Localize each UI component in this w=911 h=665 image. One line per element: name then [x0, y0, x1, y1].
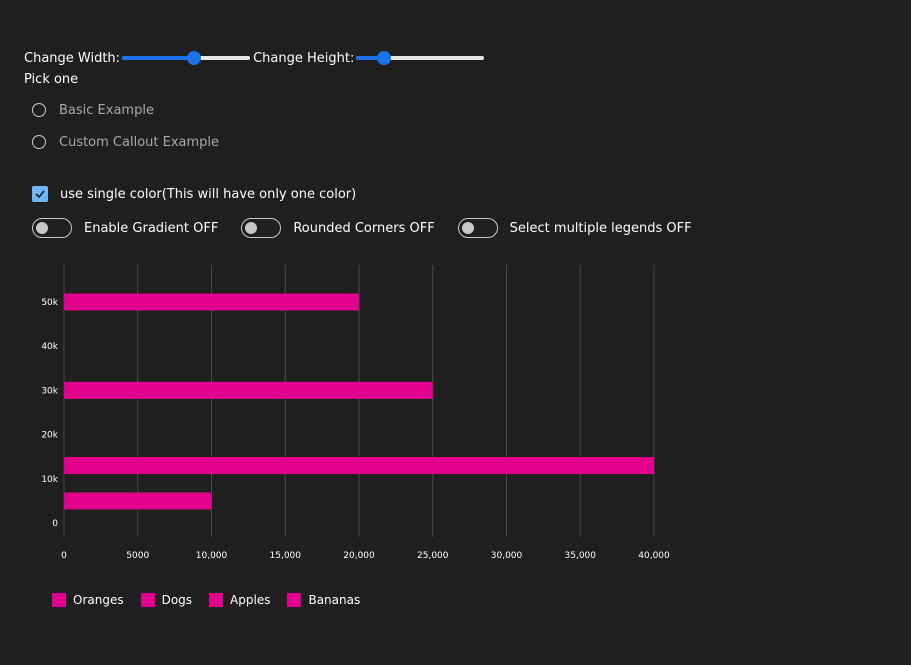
- toggle-label: Select multiple legends OFF: [509, 220, 692, 236]
- toggle-label: Rounded Corners OFF: [293, 220, 435, 236]
- toggle-knob: [36, 222, 48, 234]
- legend-label: Bananas: [308, 593, 361, 607]
- y-tick-label: 10k: [41, 475, 58, 485]
- toggle-switch[interactable]: [457, 218, 498, 238]
- toggle-switch[interactable]: [32, 218, 72, 238]
- y-tick-label: 20k: [41, 431, 58, 441]
- y-tick-label: 50k: [41, 298, 58, 308]
- checkbox-label: use single color(This will have only one…: [60, 186, 357, 202]
- x-tick-label: 35,000: [565, 551, 597, 561]
- height-slider[interactable]: [356, 49, 485, 67]
- legend-swatch: [209, 593, 224, 607]
- toggle-row: Enable Gradient OFF Rounded Corners OFF …: [32, 218, 715, 238]
- legend-label: Dogs: [161, 593, 193, 607]
- width-slider-fill: [122, 56, 194, 60]
- legend-item[interactable]: Apples: [209, 593, 270, 607]
- legend-swatch: [287, 593, 302, 607]
- x-tick-label: 40,000: [638, 551, 670, 561]
- legend-item[interactable]: Dogs: [140, 593, 193, 607]
- radio-circle-icon[interactable]: [32, 135, 46, 149]
- y-tick-label: 0: [52, 519, 58, 529]
- y-tick-label: 40k: [41, 342, 58, 352]
- toggle-multiple-legends[interactable]: Select multiple legends OFF: [457, 218, 692, 238]
- pick-one-label: Pick one: [24, 72, 79, 87]
- legend-swatch: [140, 593, 155, 607]
- radio-custom-callout-example[interactable]: Custom Callout Example: [32, 133, 219, 151]
- legend-label: Oranges: [73, 593, 124, 607]
- bar: [64, 457, 654, 475]
- bar: [64, 293, 359, 311]
- width-slider-thumb[interactable]: [186, 51, 201, 65]
- single-color-checkbox[interactable]: use single color(This will have only one…: [32, 185, 356, 203]
- toggle-knob: [461, 222, 474, 234]
- radio-circle-icon[interactable]: [32, 103, 46, 117]
- y-tick-label: 30k: [41, 386, 58, 396]
- legend-item[interactable]: Oranges: [52, 593, 124, 607]
- toggle-knob: [245, 222, 258, 234]
- slider-row: Change Width: Change Height:: [24, 49, 487, 67]
- toggle-switch[interactable]: [241, 218, 282, 238]
- x-tick-label: 15,000: [270, 551, 302, 561]
- radio-label: Basic Example: [59, 102, 154, 118]
- height-slider-label: Change Height:: [253, 50, 355, 66]
- toggle-label: Enable Gradient OFF: [84, 220, 219, 236]
- x-tick-label: 20,000: [343, 551, 375, 561]
- radio-label: Custom Callout Example: [59, 134, 220, 150]
- bar: [64, 381, 433, 399]
- x-tick-label: 5000: [126, 551, 149, 561]
- x-tick-label: 25,000: [417, 551, 449, 561]
- legend-swatch: [52, 593, 66, 607]
- width-slider[interactable]: [122, 49, 251, 67]
- legend-item[interactable]: Bananas: [287, 593, 360, 607]
- chart-legend: Oranges Dogs Apples Bananas: [52, 593, 377, 607]
- x-tick-label: 10,000: [196, 551, 228, 561]
- x-tick-label: 30,000: [491, 551, 523, 561]
- height-slider-thumb[interactable]: [377, 51, 392, 65]
- x-tick-label: 0: [61, 551, 67, 561]
- toggle-gradient[interactable]: Enable Gradient OFF: [32, 218, 218, 238]
- bar: [64, 492, 212, 510]
- legend-label: Apples: [230, 593, 271, 607]
- horizontal-bar-chart: 0 5000 10,000 15,000 20,000 25,000 30,000 35,00…: [41, 265, 670, 561]
- radio-basic-example[interactable]: Basic Example: [32, 101, 154, 119]
- checkmark-icon[interactable]: [32, 186, 48, 202]
- width-slider-label: Change Width:: [24, 50, 121, 66]
- toggle-rounded-corners[interactable]: Rounded Corners OFF: [241, 218, 435, 238]
